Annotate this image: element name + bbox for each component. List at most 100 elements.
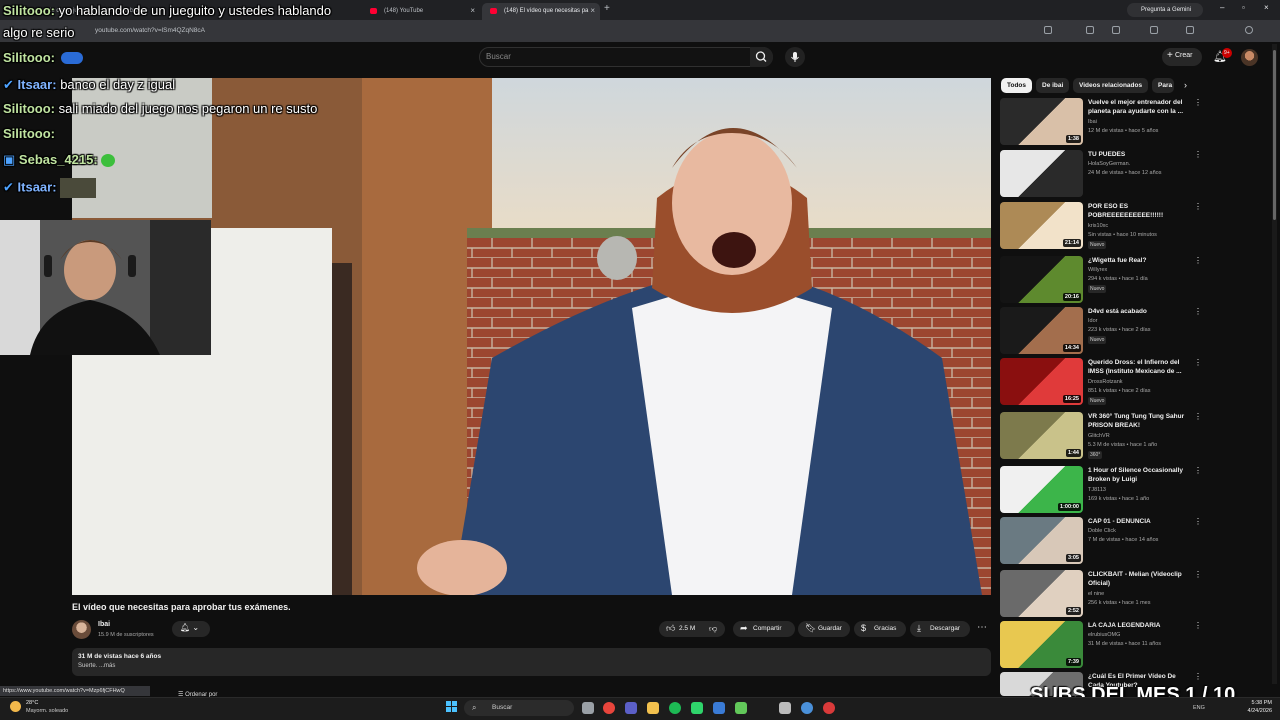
- recommendation-item[interactable]: 16:25 Querido Dross: el Infierno del IMSS…: [1000, 358, 1205, 408]
- recommendation-title[interactable]: VR 360° Tung Tung Tung Sahur PRISON BREA…: [1088, 412, 1188, 430]
- app-icon[interactable]: [735, 702, 747, 714]
- recommendation-title[interactable]: CAP 01 - DENUNCIA: [1088, 517, 1188, 526]
- app-icon[interactable]: [691, 702, 703, 714]
- video-thumbnail[interactable]: 3:05: [1000, 517, 1083, 564]
- more-vert-icon[interactable]: ⋮: [1194, 570, 1202, 579]
- recommendation-title[interactable]: ¿Wigetta fue Real?: [1088, 256, 1188, 265]
- maximize-icon[interactable]: ▫: [1242, 3, 1245, 12]
- app-icon[interactable]: [779, 702, 791, 714]
- video-thumbnail[interactable]: 16:25: [1000, 358, 1083, 405]
- recommendation-channel[interactable]: Doble Click: [1088, 528, 1116, 534]
- install-icon[interactable]: [1044, 26, 1052, 34]
- video-thumbnail[interactable]: [1000, 150, 1083, 197]
- more-vert-icon[interactable]: ⋮: [1194, 98, 1202, 107]
- recommendation-channel[interactable]: kris10xc: [1088, 223, 1108, 229]
- recommendation-item[interactable]: 7:39 LA CAJA LEGENDARIA elrubiusOMG 31 M de…: [1000, 621, 1205, 671]
- video-thumbnail[interactable]: 20:16: [1000, 256, 1083, 303]
- save-button[interactable]: 🔖︎ Guardar: [798, 621, 850, 637]
- file-explorer-icon[interactable]: [647, 702, 659, 714]
- weather-icon[interactable]: [10, 701, 21, 712]
- chip-for-you[interactable]: Para: [1152, 78, 1174, 93]
- video-thumbnail[interactable]: 14:34: [1000, 307, 1083, 354]
- recommendation-channel[interactable]: DrossRotzank: [1088, 379, 1123, 385]
- video-thumbnail[interactable]: 7:39: [1000, 621, 1083, 668]
- recommendation-item[interactable]: 1:00:00 1 Hour of Silence Occasionally Br…: [1000, 466, 1205, 516]
- browser-tab[interactable]: (148) YouTube ×: [362, 3, 480, 20]
- recommendation-item[interactable]: 14:34 D4vd está acabado Idor 223 k vistas •…: [1000, 307, 1205, 357]
- channel-name[interactable]: Ibai: [98, 621, 110, 628]
- scrollbar-thumb[interactable]: [1273, 50, 1276, 220]
- video-thumbnail[interactable]: 21:14: [1000, 202, 1083, 249]
- description-text[interactable]: Suerte. ...más: [78, 663, 115, 669]
- task-view-icon[interactable]: [582, 702, 594, 714]
- recommendation-channel[interactable]: Ibai: [1088, 119, 1097, 125]
- chip-from-ibai[interactable]: De ibai: [1036, 78, 1070, 93]
- spotify-icon[interactable]: [669, 702, 681, 714]
- more-vert-icon[interactable]: ⋮: [1194, 412, 1202, 421]
- more-vert-icon[interactable]: ⋮: [1194, 202, 1202, 211]
- avatar[interactable]: [1241, 49, 1258, 66]
- video-thumbnail[interactable]: 1:00:00: [1000, 466, 1083, 513]
- recommendation-title[interactable]: LA CAJA LEGENDARIA: [1088, 621, 1188, 630]
- more-icon[interactable]: ⋯: [977, 622, 987, 633]
- channel-avatar[interactable]: [72, 620, 91, 639]
- recommendation-title[interactable]: D4vd está acabado: [1088, 307, 1188, 316]
- more-vert-icon[interactable]: ⋮: [1194, 621, 1202, 630]
- extension-icon[interactable]: [1086, 26, 1094, 34]
- chrome-icon[interactable]: [603, 702, 615, 714]
- description-box[interactable]: [72, 648, 991, 676]
- search-button[interactable]: [750, 47, 773, 67]
- share-button[interactable]: ➦ Compartir: [733, 621, 795, 637]
- url-field[interactable]: youtube.com/watch?v=lSm4QZqN8cA: [95, 27, 205, 34]
- more-vert-icon[interactable]: ⋮: [1194, 517, 1202, 526]
- recommendation-title[interactable]: 1 Hour of Silence Occasionally Broken by…: [1088, 466, 1188, 484]
- chip-all[interactable]: Todos: [1001, 78, 1033, 93]
- recommendation-item[interactable]: 3:05 CAP 01 - DENUNCIA Doble Click 7 M de v…: [1000, 517, 1205, 567]
- close-icon[interactable]: ×: [470, 6, 475, 15]
- chevron-right-icon[interactable]: ›: [1184, 80, 1187, 90]
- new-tab-button[interactable]: +: [604, 3, 610, 14]
- recommendation-title[interactable]: CLICKBAIT - Melian (Videoclip Oficial): [1088, 570, 1188, 588]
- recommendation-channel[interactable]: el nine: [1088, 591, 1104, 597]
- chip-related[interactable]: Videos relacionados: [1073, 78, 1149, 93]
- close-icon[interactable]: ×: [590, 6, 595, 15]
- create-button[interactable]: + Crear: [1162, 48, 1202, 66]
- recommendation-channel[interactable]: HolaSoyGerman.: [1088, 161, 1130, 167]
- extension-icon[interactable]: [1112, 26, 1120, 34]
- weather-desc[interactable]: Mayorm. soleado: [26, 708, 68, 714]
- voice-search-button[interactable]: [785, 47, 805, 67]
- search-input[interactable]: [479, 47, 773, 67]
- download-icon[interactable]: [1150, 26, 1158, 34]
- video-thumbnail[interactable]: 2:52: [1000, 570, 1083, 617]
- recommendation-title[interactable]: POR ESO ES POBREEEEEEEEEE!!!!!!: [1088, 202, 1188, 220]
- minimize-icon[interactable]: –: [1220, 3, 1224, 12]
- recommendation-item[interactable]: 20:16 ¿Wigetta fue Real? Willyrex 294 k vis…: [1000, 256, 1205, 306]
- recommendation-channel[interactable]: Idor: [1088, 318, 1097, 324]
- clock-time[interactable]: 5:38 PM: [1240, 700, 1272, 706]
- taskbar-search[interactable]: ⌕ Buscar: [464, 700, 574, 716]
- subscribed-bell-button[interactable]: 🔔︎ ⌄: [172, 621, 210, 637]
- recommendation-title[interactable]: Querido Dross: el Infierno del IMSS (Ins…: [1088, 358, 1188, 376]
- profile-icon[interactable]: [1245, 26, 1253, 34]
- recommendation-item[interactable]: 1:44 VR 360° Tung Tung Tung Sahur PRISON …: [1000, 412, 1205, 462]
- more-vert-icon[interactable]: ⋮: [1194, 358, 1202, 367]
- app-icon[interactable]: [823, 702, 835, 714]
- thanks-button[interactable]: $ Gracias: [854, 621, 906, 637]
- app-icon[interactable]: [713, 702, 725, 714]
- recommendation-item[interactable]: 2:52 CLICKBAIT - Melian (Videoclip Oficia…: [1000, 570, 1205, 620]
- recommendation-item[interactable]: TU PUEDES HolaSoyGerman. 24 M de vistas • …: [1000, 150, 1205, 200]
- more-vert-icon[interactable]: ⋮: [1194, 466, 1202, 475]
- recommendation-channel[interactable]: GlitchVR: [1088, 433, 1110, 439]
- more-vert-icon[interactable]: ⋮: [1194, 307, 1202, 316]
- weather-temp[interactable]: 28°C: [26, 700, 38, 706]
- gemini-button[interactable]: Pregunta a Gemini: [1127, 3, 1203, 17]
- browser-tab-active[interactable]: (148) El vídeo que necesitas pa ×: [482, 3, 600, 20]
- recommendation-channel[interactable]: elrubiusOMG: [1088, 632, 1120, 638]
- recommendation-item[interactable]: 21:14 POR ESO ES POBREEEEEEEEEE!!!!!! kris…: [1000, 202, 1205, 252]
- download-button[interactable]: ⤓ Descargar: [910, 621, 970, 637]
- windows-start-icon[interactable]: [446, 701, 458, 713]
- video-thumbnail[interactable]: 1:38: [1000, 98, 1083, 145]
- more-vert-icon[interactable]: ⋮: [1194, 150, 1202, 159]
- history-icon[interactable]: [1186, 26, 1194, 34]
- dislike-icon[interactable]: 👎︎: [709, 624, 717, 634]
